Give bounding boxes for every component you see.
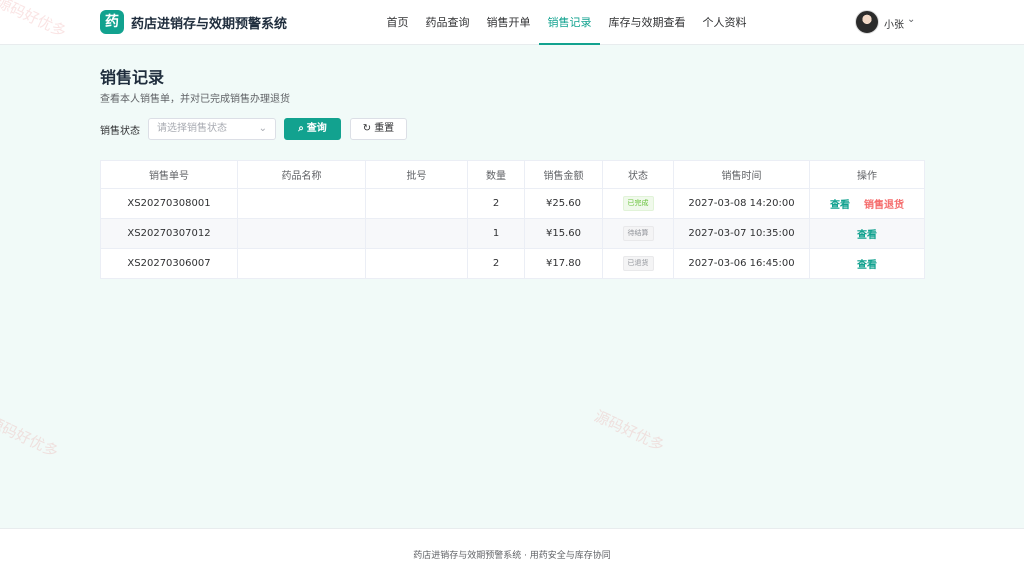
avatar[interactable] — [855, 10, 879, 34]
sales-return-button[interactable]: 销售退货 — [864, 200, 904, 211]
status-cell: 已退货 — [602, 248, 674, 279]
status-badge: 待结算 — [622, 226, 654, 241]
status-cell: 已完成 — [602, 188, 674, 219]
nav-item-sales-records[interactable]: 销售记录 — [539, 0, 600, 45]
order-no-cell: XS20270308001 — [100, 188, 238, 219]
table-row: XS20270308001 2 ¥25.60 已完成 2027-03-08 14… — [100, 188, 925, 219]
column-header: 批号 — [365, 160, 468, 189]
column-header: 状态 — [602, 160, 674, 189]
reset-button-label: 重置 — [374, 123, 395, 134]
drug-name-cell — [237, 248, 366, 279]
actions-cell: 查看 — [809, 218, 925, 249]
top-header: 药 药店进销存与效期预警系统 首页 药品查询 销售开单 销售记录 库存与效期查看… — [0, 0, 1024, 45]
column-header: 销售单号 — [100, 160, 238, 189]
nav-item-profile[interactable]: 个人资料 — [694, 0, 755, 45]
footer-text: 药店进销存与效期预警系统 · 用药安全与库存协同 — [413, 551, 611, 561]
footer: 药店进销存与效期预警系统 · 用药安全与库存协同 — [0, 528, 1024, 576]
search-button[interactable]: ⌕ 查询 — [284, 118, 341, 140]
view-button[interactable]: 查看 — [857, 260, 877, 271]
table-header-row: 销售单号 药品名称 批号 数量 销售金额 状态 销售时间 操作 — [100, 160, 925, 189]
time-cell: 2027-03-07 10:35:00 — [673, 218, 810, 249]
order-no-cell: XS20270307012 — [100, 218, 238, 249]
status-select-placeholder: 请选择销售状态 — [157, 123, 227, 134]
chevron-down-icon: ⌄ — [258, 123, 267, 134]
order-no-cell: XS20270306007 — [100, 248, 238, 279]
qty-cell: 2 — [467, 248, 525, 279]
search-button-label: 查询 — [306, 123, 327, 134]
amount-cell: ¥15.60 — [524, 218, 603, 249]
status-select[interactable]: 请选择销售状态 ⌄ — [148, 118, 276, 140]
batch-cell — [365, 248, 468, 279]
view-button[interactable]: 查看 — [857, 230, 877, 241]
watermark: 源码好优多 — [0, 412, 62, 461]
search-icon: ⌕ — [298, 123, 304, 134]
page-subtitle: 查看本人销售单，并对已完成销售办理退货 — [100, 94, 290, 105]
time-cell: 2027-03-08 14:20:00 — [673, 188, 810, 219]
batch-cell — [365, 218, 468, 249]
reset-button[interactable]: ↻ 重置 — [350, 118, 407, 140]
table-row: XS20270306007 2 ¥17.80 已退货 2027-03-06 16… — [100, 248, 925, 279]
column-header: 数量 — [467, 160, 525, 189]
drug-name-cell — [237, 218, 366, 249]
column-header: 销售金额 — [524, 160, 603, 189]
actions-cell: 查看 销售退货 — [809, 188, 925, 219]
column-header: 药品名称 — [237, 160, 366, 189]
view-button[interactable]: 查看 — [830, 200, 850, 211]
nav-item-create-sale[interactable]: 销售开单 — [478, 0, 539, 45]
user-name[interactable]: 小张 — [884, 16, 904, 31]
status-filter-label: 销售状态 — [100, 126, 140, 137]
amount-cell: ¥25.60 — [524, 188, 603, 219]
column-header: 销售时间 — [673, 160, 810, 189]
qty-cell: 2 — [467, 188, 525, 219]
drug-name-cell — [237, 188, 366, 219]
table-row: XS20270307012 1 ¥15.60 待结算 2027-03-07 10… — [100, 218, 925, 249]
status-cell: 待结算 — [602, 218, 674, 249]
status-badge: 已完成 — [622, 196, 654, 211]
status-badge: 已退货 — [622, 256, 654, 271]
chevron-down-icon[interactable]: ⌄ — [907, 14, 915, 25]
app-logo: 药 — [100, 10, 124, 34]
nav-item-inventory-expiry[interactable]: 库存与效期查看 — [600, 0, 694, 45]
qty-cell: 1 — [467, 218, 525, 249]
amount-cell: ¥17.80 — [524, 248, 603, 279]
time-cell: 2027-03-06 16:45:00 — [673, 248, 810, 279]
nav-item-home[interactable]: 首页 — [378, 0, 417, 45]
app-title: 药店进销存与效期预警系统 — [131, 17, 288, 32]
main-nav: 首页 药品查询 销售开单 销售记录 库存与效期查看 个人资料 — [378, 0, 755, 45]
batch-cell — [365, 188, 468, 219]
column-header: 操作 — [809, 160, 925, 189]
actions-cell: 查看 — [809, 248, 925, 279]
page-title: 销售记录 — [100, 68, 165, 87]
refresh-icon: ↻ — [362, 123, 372, 134]
nav-item-drug-search[interactable]: 药品查询 — [417, 0, 478, 45]
sales-records-table: 销售单号 药品名称 批号 数量 销售金额 状态 销售时间 操作 XS202703… — [100, 160, 925, 279]
watermark: 源码好优多 — [591, 406, 668, 455]
